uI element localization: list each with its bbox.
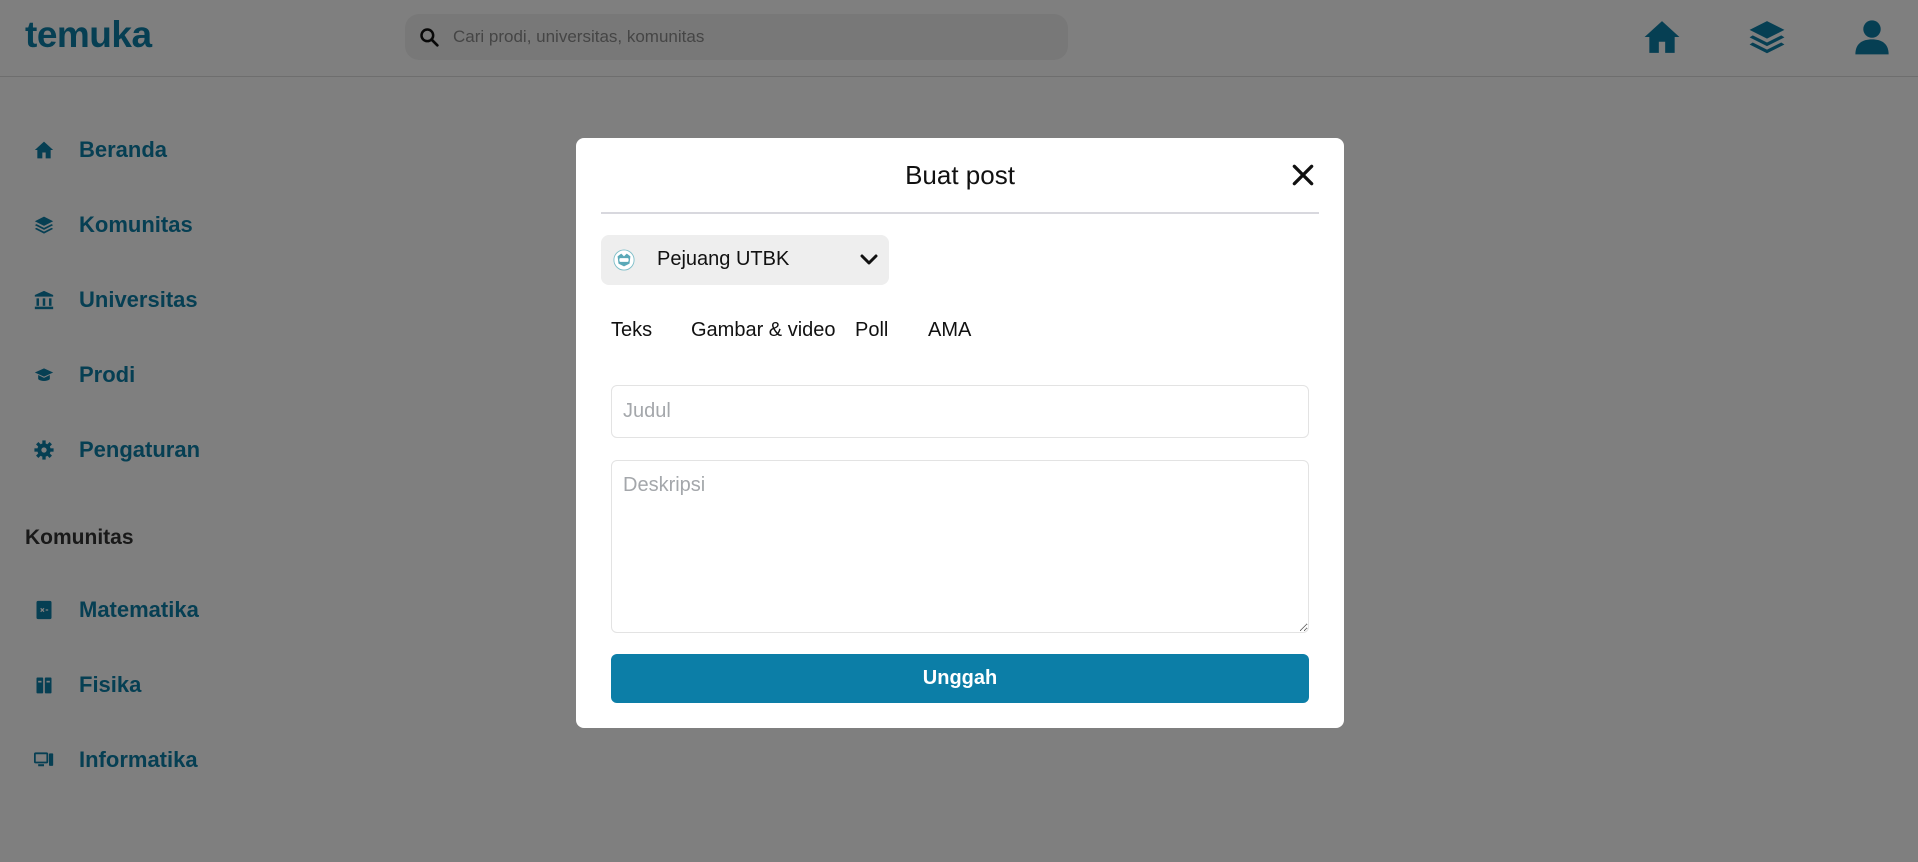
post-description-input[interactable] [611, 460, 1309, 633]
close-icon [1292, 164, 1314, 186]
submit-post-button[interactable]: Unggah [611, 654, 1309, 703]
community-select-label: Pejuang UTBK [657, 248, 790, 270]
tab-ama[interactable]: AMA [928, 319, 971, 342]
tab-poll[interactable]: Poll [855, 319, 888, 342]
close-button[interactable] [1290, 162, 1316, 188]
tab-gambar-video[interactable]: Gambar & video [691, 319, 836, 342]
chevron-down-icon [860, 254, 878, 265]
modal-title: Buat post [905, 160, 1015, 190]
modal-divider [601, 212, 1319, 214]
create-post-modal: Buat post Pejuang UTBK Teks Gambar & vid… [576, 138, 1344, 728]
post-title-input[interactable] [611, 385, 1309, 438]
community-select[interactable]: Pejuang UTBK [601, 235, 889, 285]
community-avatar-icon [613, 249, 635, 271]
tab-teks[interactable]: Teks [611, 319, 652, 342]
